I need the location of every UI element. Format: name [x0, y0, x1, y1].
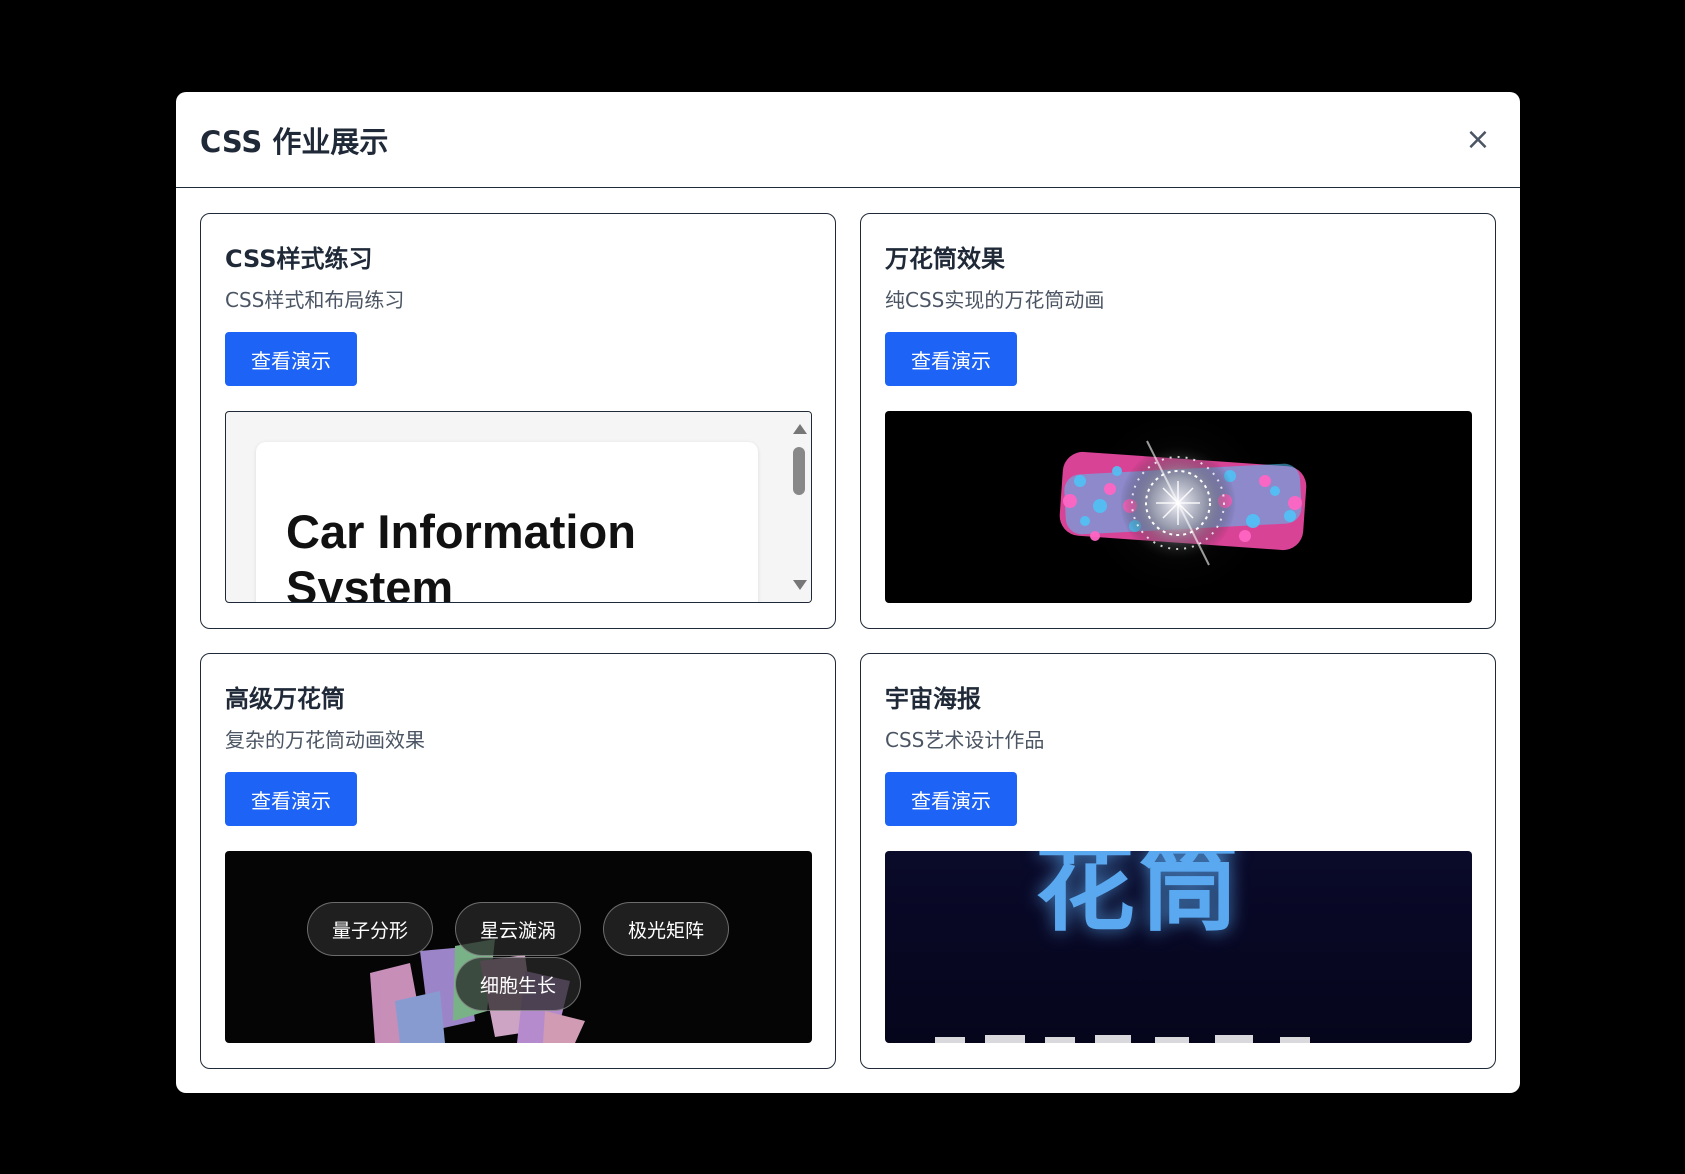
view-demo-button[interactable]: 查看演示 — [225, 332, 357, 386]
preview-frame[interactable]: 量子分形 星云漩涡 极光矩阵 细胞生长 — [225, 851, 812, 1043]
scroll-thumb[interactable] — [793, 447, 805, 495]
pill-quantum-fractal[interactable]: 量子分形 — [307, 902, 433, 956]
modal-header: CSS 作业展示 × — [176, 92, 1520, 188]
scrollbar[interactable] — [787, 412, 811, 602]
card-description: CSS艺术设计作品 — [885, 728, 1045, 752]
pill-aurora-matrix[interactable]: 极光矩阵 — [603, 902, 729, 956]
project-card-kaleidoscope: 万花筒效果 纯CSS实现的万花筒动画 查看演示 — [860, 213, 1496, 629]
modal-title: CSS 作业展示 — [200, 124, 389, 159]
preview-heading: Car Information System — [286, 505, 636, 603]
view-demo-button[interactable]: 查看演示 — [225, 772, 357, 826]
card-title: 万花筒效果 — [885, 245, 1005, 273]
scroll-down-arrow-icon[interactable] — [793, 580, 807, 590]
card-title: 高级万花筒 — [225, 685, 345, 713]
preview-frame[interactable] — [885, 411, 1472, 603]
pill-nebula-vortex[interactable]: 星云漩涡 — [455, 902, 581, 956]
poster-bottom-text-art — [935, 1035, 1310, 1043]
preview-frame[interactable]: 花筒 — [885, 851, 1472, 1043]
project-card-css-practice: CSS样式练习 CSS样式和布局练习 查看演示 Car Information … — [200, 213, 836, 629]
card-description: 复杂的万花筒动画效果 — [225, 728, 425, 752]
modal-dialog: CSS 作业展示 × CSS样式练习 CSS样式和布局练习 查看演示 Car I… — [176, 92, 1520, 1093]
preview-frame[interactable]: Car Information System — [225, 411, 812, 603]
view-demo-button[interactable]: 查看演示 — [885, 772, 1017, 826]
card-title: CSS样式练习 — [225, 245, 373, 273]
close-button[interactable]: × — [1460, 122, 1496, 158]
project-card-cosmic-poster: 宇宙海报 CSS艺术设计作品 查看演示 花筒 — [860, 653, 1496, 1069]
project-grid: CSS样式练习 CSS样式和布局练习 查看演示 Car Information … — [200, 213, 1496, 1069]
close-icon: × — [1465, 121, 1491, 157]
card-title: 宇宙海报 — [885, 685, 981, 713]
kaleidoscope-art — [1059, 411, 1307, 603]
card-description: CSS样式和布局练习 — [225, 288, 405, 312]
scroll-up-arrow-icon[interactable] — [793, 424, 807, 434]
project-card-advanced-kaleidoscope: 高级万花筒 复杂的万花筒动画效果 查看演示 量子分形 星云漩涡 极光矩阵 细胞生… — [200, 653, 836, 1069]
card-description: 纯CSS实现的万花筒动画 — [885, 288, 1105, 312]
pill-cell-growth[interactable]: 细胞生长 — [455, 957, 581, 1011]
view-demo-button[interactable]: 查看演示 — [885, 332, 1017, 386]
